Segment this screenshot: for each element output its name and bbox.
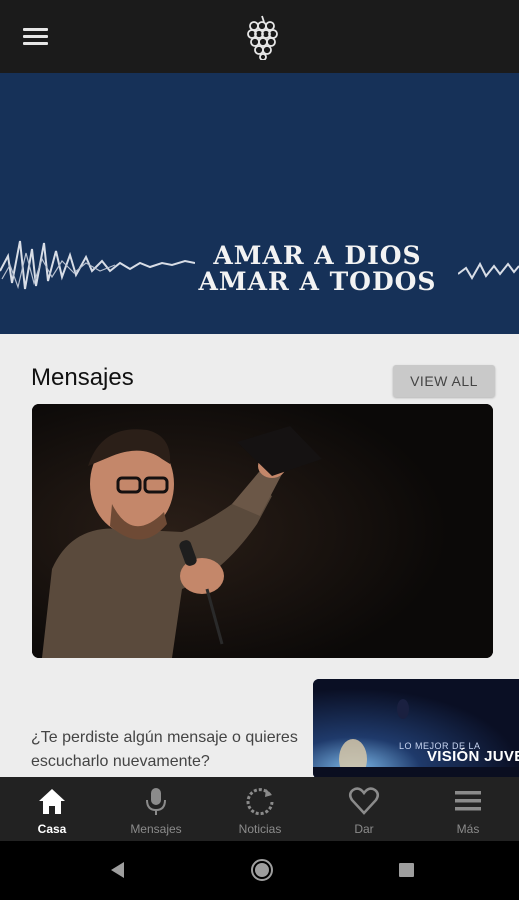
back-icon[interactable] bbox=[108, 860, 126, 880]
thumbnail-title: VISIÓN JUVE bbox=[427, 748, 519, 765]
hero-banner[interactable]: AMAR A DIOS AMAR A TODOS bbox=[0, 73, 519, 334]
scribble-decoration-right bbox=[458, 261, 519, 280]
hamburger-menu-icon[interactable] bbox=[23, 27, 49, 47]
preacher-photo bbox=[32, 404, 493, 658]
refresh-icon bbox=[246, 788, 274, 816]
tab-label: Noticias bbox=[238, 822, 282, 836]
home-icon bbox=[39, 789, 65, 814]
tab-mas[interactable]: Más bbox=[416, 777, 519, 841]
tab-casa[interactable]: Casa bbox=[0, 777, 104, 841]
microphone-icon bbox=[146, 788, 166, 815]
section-title: Mensajes bbox=[31, 364, 134, 391]
grape-logo-icon bbox=[247, 15, 278, 60]
hero-line-1: AMAR A DIOS bbox=[213, 241, 422, 270]
tab-label: Dar bbox=[354, 822, 374, 836]
home-circle-icon[interactable] bbox=[250, 858, 274, 882]
tab-label: Más bbox=[456, 822, 480, 836]
tab-dar[interactable]: Dar bbox=[312, 777, 416, 841]
tab-label: Mensajes bbox=[130, 822, 182, 836]
section-description: ¿Te perdiste algún mensaje o quieres esc… bbox=[31, 729, 298, 770]
tab-noticias[interactable]: Noticias bbox=[208, 777, 312, 841]
main-content: Mensajes VIEW ALL ¿Te perdiste algún men… bbox=[0, 334, 519, 777]
heart-icon bbox=[349, 787, 379, 815]
recents-icon[interactable] bbox=[398, 862, 415, 878]
message-thumbnail-card[interactable]: LO MEJOR DE LA VISIÓN JUVE bbox=[313, 679, 519, 777]
hero-heading: AMAR A DIOS AMAR A TODOS bbox=[180, 243, 455, 295]
app-bar bbox=[0, 0, 519, 73]
view-all-button[interactable]: VIEW ALL bbox=[393, 365, 495, 397]
bottom-tab-bar: Casa Mensajes Noticias Dar Más bbox=[0, 777, 519, 841]
tab-mensajes[interactable]: Mensajes bbox=[104, 777, 208, 841]
menu-icon bbox=[455, 791, 481, 811]
hero-line-2: AMAR A TODOS bbox=[198, 267, 437, 296]
featured-message-card[interactable] bbox=[32, 404, 493, 658]
scribble-decoration bbox=[0, 240, 195, 290]
tab-label: Casa bbox=[37, 822, 67, 836]
